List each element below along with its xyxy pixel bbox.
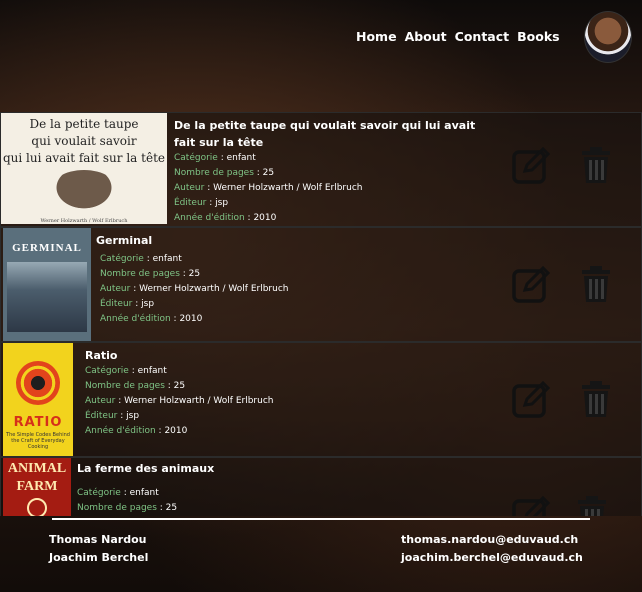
nav-link-contact[interactable]: Contact bbox=[455, 29, 509, 44]
book-card: De la petite taupe qui voulait savoir qu… bbox=[0, 112, 642, 227]
footer-name: Thomas Nardou bbox=[49, 533, 147, 546]
book-card: GERMINAL Germinal Catégorie : enfant Nom… bbox=[0, 227, 642, 342]
book-info: Ratio Catégorie : enfant Nombre de pages… bbox=[85, 347, 385, 439]
cover-title-line: qui voulait savoir bbox=[31, 134, 137, 148]
book-info: La ferme des animaux Catégorie : enfant … bbox=[77, 460, 377, 516]
book-pages: Nombre de pages : 25 bbox=[100, 269, 201, 279]
cover-title-line: De la petite taupe bbox=[29, 117, 139, 131]
footer-email-link[interactable]: joachim.berchel@eduvaud.ch bbox=[401, 551, 583, 564]
edit-icon[interactable] bbox=[512, 146, 551, 184]
book-year: Année d'édition : 2010 bbox=[100, 314, 203, 324]
book-card: RATIO The Simple Codes Behind the Craft … bbox=[0, 342, 642, 457]
cover-title: GERMINAL bbox=[12, 242, 82, 254]
nav-link-home[interactable]: Home bbox=[356, 29, 397, 44]
cover-subtitle: The Simple Codes Behind the Craft of Eve… bbox=[6, 432, 70, 450]
edit-icon[interactable] bbox=[512, 380, 551, 418]
book-publisher: Éditeur : jsp bbox=[85, 411, 140, 421]
avatar[interactable] bbox=[584, 11, 632, 63]
book-category: Catégorie : enfant bbox=[100, 254, 182, 264]
cover-title-line: FARM bbox=[16, 479, 58, 494]
book-publisher: Éditeur : jsp bbox=[100, 299, 155, 309]
book-pages: Nombre de pages : 25 bbox=[174, 168, 275, 178]
book-card: ANIMAL FARM La ferme des animaux Catégor… bbox=[0, 457, 642, 516]
book-title: Ratio bbox=[85, 349, 118, 362]
footer-name: Joachim Berchel bbox=[49, 551, 149, 564]
nav-link-books[interactable]: Books bbox=[517, 29, 559, 44]
book-cover: GERMINAL bbox=[3, 228, 91, 341]
book-author: Auteur : Werner Holzwarth / Wolf Erlbruc… bbox=[100, 284, 289, 294]
book-pages: Nombre de pages : 25 bbox=[77, 503, 178, 513]
cover-illustration bbox=[16, 361, 60, 405]
nav-links: Home About Contact Books bbox=[356, 29, 560, 44]
trash-icon[interactable] bbox=[577, 495, 607, 516]
nav-link-about[interactable]: About bbox=[405, 29, 447, 44]
book-cover: ANIMAL FARM bbox=[3, 458, 71, 516]
cover-illustration bbox=[7, 262, 87, 332]
book-author: Auteur : Werner Holzwarth / Wolf Erlbruc… bbox=[85, 396, 274, 406]
book-title: Germinal bbox=[96, 234, 153, 247]
book-info: De la petite taupe qui voulait savoir qu… bbox=[174, 117, 492, 226]
trash-icon[interactable] bbox=[581, 265, 611, 303]
book-info: Germinal Catégorie : enfant Nombre de pa… bbox=[96, 232, 396, 327]
header: Home About Contact Books bbox=[0, 0, 642, 110]
trash-icon[interactable] bbox=[581, 146, 611, 184]
book-title: De la petite taupe qui voulait savoir qu… bbox=[174, 119, 476, 149]
book-year: Année d'édition : 2010 bbox=[174, 213, 277, 223]
book-publisher: Éditeur : jsp bbox=[174, 198, 229, 208]
cover-credit: Werner Holzwarth / Wolf Erlbruch bbox=[40, 218, 128, 224]
hammer-sickle-icon bbox=[27, 498, 47, 516]
edit-icon[interactable] bbox=[512, 495, 551, 516]
edit-icon[interactable] bbox=[512, 265, 551, 303]
book-category: Catégorie : enfant bbox=[174, 153, 256, 163]
book-year: Année d'édition : 2010 bbox=[85, 426, 188, 436]
book-list[interactable]: De la petite taupe qui voulait savoir qu… bbox=[0, 112, 642, 516]
cover-title-line: ANIMAL bbox=[7, 461, 67, 476]
book-cover: RATIO The Simple Codes Behind the Craft … bbox=[3, 343, 73, 456]
book-cover: De la petite taupe qui voulait savoir qu… bbox=[1, 113, 167, 224]
mole-illustration bbox=[49, 170, 119, 214]
footer-divider bbox=[52, 518, 590, 520]
cover-title: RATIO bbox=[13, 415, 63, 430]
book-category: Catégorie : enfant bbox=[85, 366, 167, 376]
book-pages: Nombre de pages : 25 bbox=[85, 381, 186, 391]
trash-icon[interactable] bbox=[581, 380, 611, 418]
book-author: Auteur : Werner Holzwarth / Wolf Erlbruc… bbox=[174, 183, 363, 193]
book-title: La ferme des animaux bbox=[77, 462, 215, 475]
book-category: Catégorie : enfant bbox=[77, 488, 159, 498]
cover-title-line: qui lui avait fait sur la tête bbox=[2, 151, 165, 165]
footer-email-link[interactable]: thomas.nardou@eduvaud.ch bbox=[401, 533, 578, 546]
